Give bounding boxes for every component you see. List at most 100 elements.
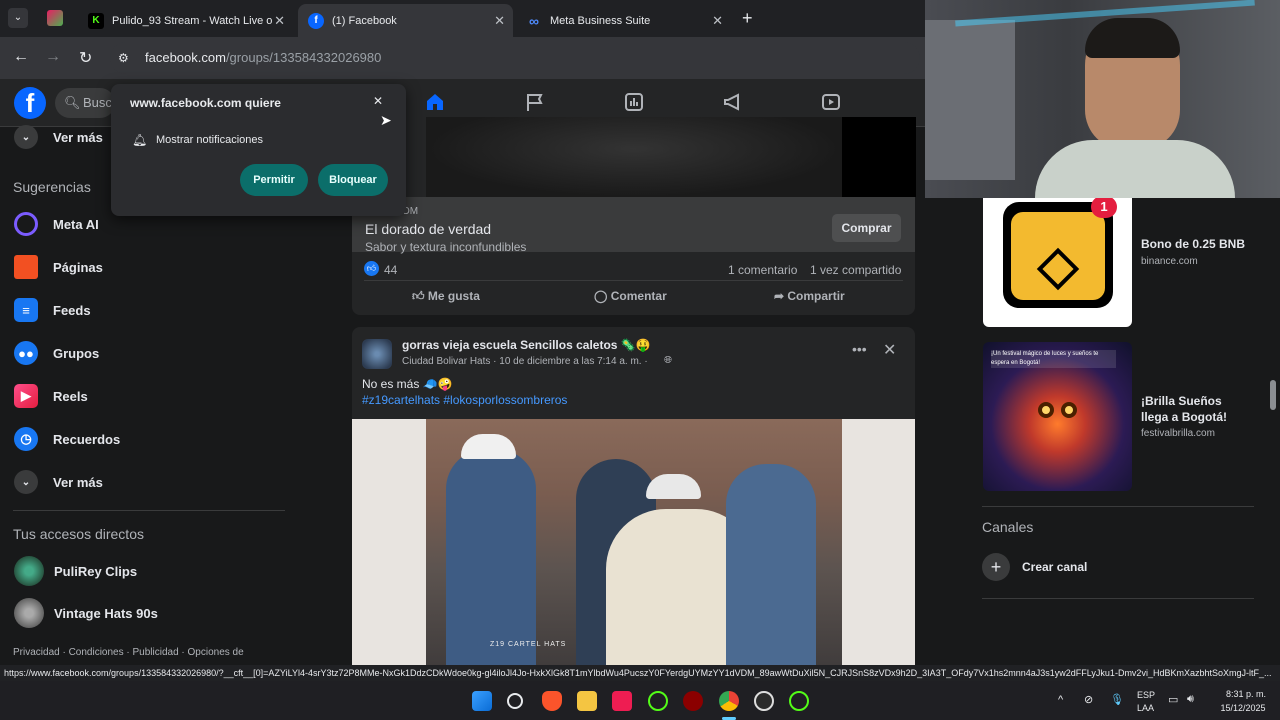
allow-button[interactable]: Permitir (240, 164, 308, 196)
footer-links[interactable]: Privacidad · Condiciones · Publicidad · … (13, 647, 244, 658)
like-label: Me gusta (427, 289, 480, 303)
post-group-name[interactable]: gorras vieja escuela Sencillos caletos 🦠… (402, 338, 651, 352)
share-button[interactable]: ➦ Compartir (774, 289, 845, 303)
windows-taskbar: ^ ⊘ 🎙︎ ESP LAA ▭ 🔊︎ 8:31 p. m. 15/12/202… (0, 681, 1280, 720)
new-tab-button[interactable]: + (742, 8, 753, 29)
buy-button[interactable]: Comprar (832, 214, 901, 242)
facebook-logo-icon[interactable]: f (14, 87, 46, 119)
mouse-cursor-icon: ➤ (380, 112, 392, 128)
back-icon[interactable]: ← (13, 48, 29, 66)
ad-festival-image[interactable]: ¡Un festival mágico de luces y sueños te… (983, 342, 1132, 491)
gift-icon (1003, 202, 1113, 308)
volume-icon[interactable]: 🔊︎ (1187, 693, 1194, 706)
create-channel-button[interactable]: + Crear canal (982, 552, 1087, 582)
close-tab-icon[interactable]: ✕ (274, 13, 285, 29)
thumbs-up-icon: 👍︎ (412, 289, 428, 303)
tab-kick-stream[interactable]: K Pulido_93 Stream - Watch Live on Kic ✕ (78, 4, 293, 37)
extension-icon[interactable] (47, 10, 63, 26)
reload-icon[interactable]: ↻ (79, 48, 92, 68)
bell-icon: 🔔︎ (132, 133, 148, 147)
shortcut-vintage-hats[interactable]: Vintage Hats 90s (14, 595, 158, 631)
permission-label: Mostrar notificaciones (156, 134, 263, 146)
tab-search-button[interactable]: ⌄ (8, 8, 28, 28)
network-icon[interactable]: ▭ (1168, 693, 1178, 706)
post-image[interactable]: Z19 CARTEL HATS (352, 419, 915, 667)
folder-icon[interactable] (577, 691, 597, 711)
post-text: No es más 🧢🤪 (362, 377, 453, 391)
search-input[interactable]: 🔍︎ Busca (55, 88, 115, 118)
flag-icon[interactable] (524, 91, 546, 113)
block-button[interactable]: Bloquear (318, 164, 388, 196)
marketplace-icon[interactable] (623, 91, 645, 113)
tiktok-icon[interactable] (612, 691, 632, 711)
ad-binance[interactable]: 1 (983, 196, 1132, 327)
comments-count[interactable]: 1 comentario (728, 263, 797, 277)
sidebar-item-memories[interactable]: ◷ Recuerdos (14, 421, 120, 457)
like-reaction-icon[interactable]: 👍︎ (364, 261, 379, 276)
site-info-icon[interactable]: ⚙ (118, 51, 129, 65)
sidebar-item-meta-ai[interactable]: Meta AI (14, 206, 99, 242)
see-more-bottom-button[interactable]: ⌄ Ver más (14, 464, 103, 500)
ad-title[interactable]: Bono de 0.25 BNB (1141, 237, 1245, 251)
video-icon[interactable] (820, 91, 842, 113)
plus-icon: + (982, 553, 1010, 581)
close-post-icon[interactable]: ✕ (883, 340, 896, 360)
windows-start-icon[interactable] (472, 691, 492, 711)
avatar (14, 598, 44, 628)
close-tab-icon[interactable]: ✕ (712, 13, 723, 29)
create-channel-label: Crear canal (1022, 560, 1088, 574)
brave-icon[interactable] (542, 691, 562, 711)
forward-icon[interactable]: → (45, 48, 61, 66)
shortcut-pulirey-clips[interactable]: PuliRey Clips (14, 553, 137, 589)
comment-button[interactable]: ◯ Comentar (594, 289, 667, 303)
sidebar-item-label: Grupos (53, 345, 100, 361)
see-more-label: Ver más (53, 474, 103, 490)
tab-facebook[interactable]: f (1) Facebook ✕ (298, 4, 513, 37)
more-options-icon[interactable]: ••• (852, 341, 867, 357)
app-green-icon[interactable] (648, 691, 668, 711)
see-more-top-button[interactable]: ⌄ Ver más (14, 119, 103, 155)
chrome-icon[interactable] (719, 691, 739, 711)
notification-badge: 1 (1091, 196, 1117, 218)
like-button[interactable]: 👍︎ Me gusta (412, 289, 480, 304)
search-icon[interactable] (507, 693, 523, 709)
clock-time[interactable]: 8:31 p. m. (1218, 689, 1274, 699)
group-avatar[interactable] (362, 339, 392, 369)
ad-title[interactable]: El dorado de verdad (365, 221, 491, 237)
chevron-up-icon[interactable]: ^ (1058, 694, 1063, 706)
sidebar-item-label: Reels (53, 388, 88, 404)
post-hashtags[interactable]: #z19cartelhats #lokosporlossombreros (362, 393, 567, 407)
language-bottom[interactable]: LAA (1137, 703, 1154, 713)
sidebar-item-groups[interactable]: ●● Grupos (14, 335, 99, 371)
language-top[interactable]: ESP (1137, 690, 1155, 700)
sidebar-divider (13, 510, 285, 511)
url-domain: facebook.com (145, 50, 226, 65)
sidebar-item-label: Meta AI (53, 216, 99, 232)
app-red-icon[interactable] (683, 691, 703, 711)
webcam-overlay (925, 0, 1280, 198)
close-tab-icon[interactable]: ✕ (494, 13, 505, 29)
app-green-icon[interactable] (789, 691, 809, 711)
wifi-off-icon[interactable]: ⊘ (1084, 693, 1093, 706)
right-divider (982, 506, 1254, 507)
clock-date[interactable]: 15/12/2025 (1212, 703, 1274, 713)
reactions-count[interactable]: 44 (384, 263, 397, 277)
scrollbar-thumb[interactable] (1270, 380, 1276, 410)
megaphone-icon[interactable] (722, 91, 744, 113)
reels-icon: ▶ (14, 384, 38, 408)
home-icon[interactable] (424, 91, 446, 113)
ad-video[interactable] (426, 117, 916, 197)
obs-icon[interactable] (754, 691, 774, 711)
sidebar-item-label: Páginas (53, 259, 103, 275)
sidebar-item-pages[interactable]: Páginas (14, 249, 103, 285)
tab-meta-business[interactable]: ∞ Meta Business Suite ✕ (516, 4, 731, 37)
microphone-icon[interactable]: 🎙︎ (1110, 693, 1124, 706)
shares-count[interactable]: 1 vez compartido (810, 263, 901, 277)
sidebar-item-reels[interactable]: ▶ Reels (14, 378, 88, 414)
close-popup-icon[interactable]: ✕ (373, 94, 383, 108)
share-icon: ➦ (774, 289, 788, 303)
sidebar-item-feeds[interactable]: ≡ Feeds (14, 292, 91, 328)
url-text[interactable]: facebook.com/groups/133584332026980 (145, 50, 381, 65)
ad-title[interactable]: ¡Brilla Sueños llega a Bogotá! (1141, 393, 1251, 425)
photo-scene: Z19 CARTEL HATS (426, 419, 842, 667)
